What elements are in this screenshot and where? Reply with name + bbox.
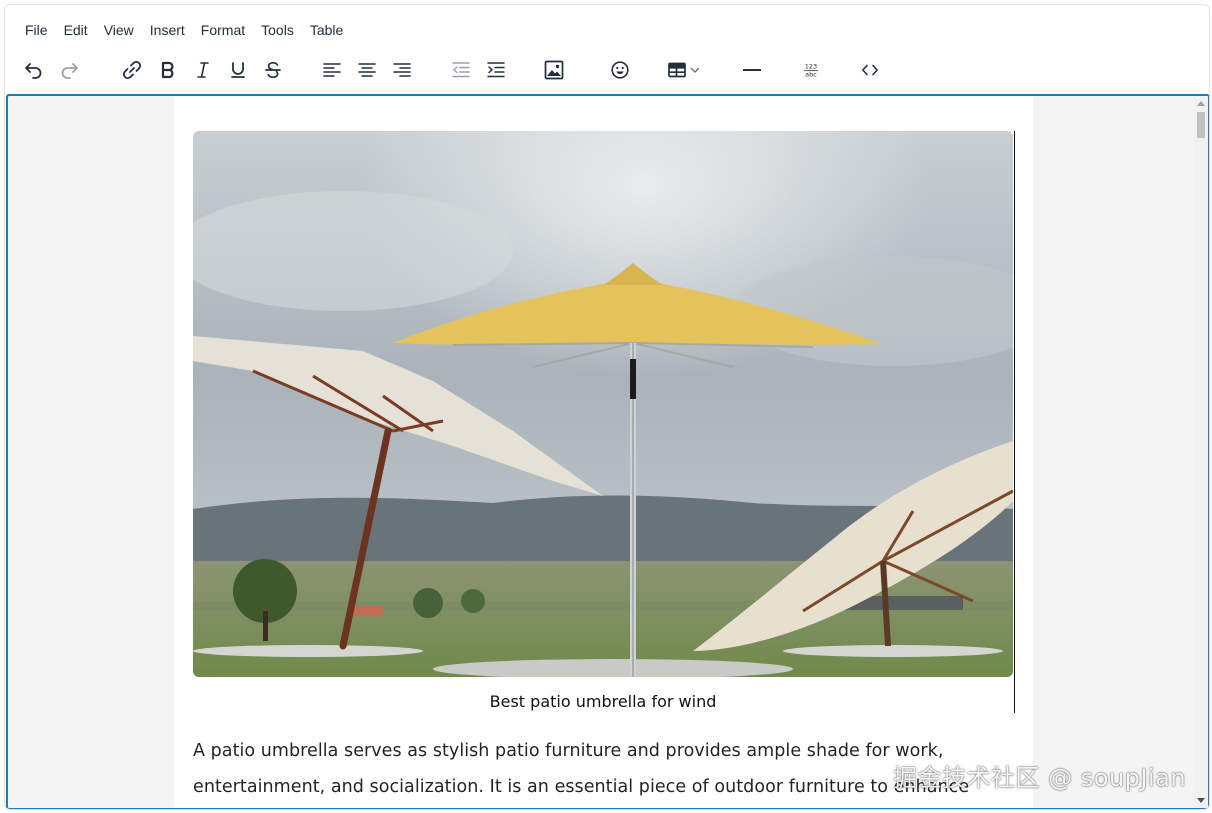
menu-edit[interactable]: Edit xyxy=(56,19,96,41)
underline-icon xyxy=(231,62,245,78)
image-button[interactable] xyxy=(539,55,569,85)
menubar: File Edit View Insert Format Tools Table xyxy=(19,19,351,41)
align-right-icon xyxy=(393,63,411,77)
editor-content-area[interactable]: Best patio umbrella for wind A patio umb… xyxy=(6,94,1209,809)
rich-text-editor: File Edit View Insert Format Tools Table xyxy=(4,4,1210,810)
horizontal-rule-icon xyxy=(743,69,761,71)
figure-caption: Best patio umbrella for wind xyxy=(489,692,717,711)
redo-button[interactable] xyxy=(54,55,84,85)
menu-insert[interactable]: Insert xyxy=(142,19,193,41)
table-button[interactable] xyxy=(663,55,705,85)
align-center-icon xyxy=(358,63,376,77)
scroll-up-icon[interactable] xyxy=(1196,98,1206,108)
outdent-icon xyxy=(452,62,470,78)
menu-file[interactable]: File xyxy=(19,19,56,41)
align-left-button[interactable] xyxy=(317,55,347,85)
menu-format[interactable]: Format xyxy=(193,19,253,41)
redo-icon xyxy=(61,63,78,79)
align-center-button[interactable] xyxy=(352,55,382,85)
code-icon xyxy=(862,64,878,76)
vertical-scrollbar[interactable] xyxy=(1194,96,1208,808)
menu-view[interactable]: View xyxy=(96,19,142,41)
character-count-button[interactable]: 123 abc xyxy=(796,55,826,85)
bold-button[interactable] xyxy=(153,55,183,85)
menu-table[interactable]: Table xyxy=(302,19,351,41)
toolbar: 123 abc xyxy=(19,55,1199,85)
123-abc-icon: 123abc xyxy=(804,63,818,79)
menu-tools[interactable]: Tools xyxy=(253,19,302,41)
align-left-icon xyxy=(323,63,341,77)
undo-icon xyxy=(25,63,42,79)
watermark: 掘金技术社区 @ soupJian xyxy=(893,764,1187,792)
paragraph-line-1: A patio umbrella serves as stylish patio… xyxy=(193,741,944,761)
image-figure[interactable]: Best patio umbrella for wind xyxy=(193,131,1015,713)
patio-umbrella-image[interactable] xyxy=(193,131,1013,677)
horizontal-rule-button[interactable] xyxy=(737,55,767,85)
strikethrough-icon xyxy=(265,61,281,79)
scroll-down-icon[interactable] xyxy=(1196,796,1206,806)
paragraph: A patio umbrella serves as stylish patio… xyxy=(193,733,993,808)
svg-text:abc: abc xyxy=(805,71,817,79)
document-body[interactable]: Best patio umbrella for wind A patio umb… xyxy=(174,96,1033,808)
italic-button[interactable] xyxy=(188,55,218,85)
svg-text:123: 123 xyxy=(805,63,817,71)
align-right-button[interactable] xyxy=(387,55,417,85)
patio-umbrella-photo xyxy=(193,131,1013,677)
chevron-down-icon xyxy=(690,67,700,73)
link-button[interactable] xyxy=(117,55,147,85)
source-code-button[interactable] xyxy=(855,55,885,85)
bold-icon xyxy=(161,61,174,79)
scrollbar-thumb[interactable] xyxy=(1197,112,1205,138)
indent-icon xyxy=(487,62,505,78)
emoji-icon xyxy=(611,61,629,79)
image-icon xyxy=(544,60,564,80)
underline-button[interactable] xyxy=(223,55,253,85)
italic-icon xyxy=(197,62,209,78)
undo-button[interactable] xyxy=(19,55,49,85)
paragraph-line-2: entertainment, and socialization. It is … xyxy=(193,777,970,797)
indent-button[interactable] xyxy=(481,55,511,85)
strikethrough-button[interactable] xyxy=(258,55,288,85)
outdent-button[interactable] xyxy=(446,55,476,85)
link-icon xyxy=(122,60,142,80)
emoticons-button[interactable] xyxy=(605,55,635,85)
table-icon xyxy=(668,62,686,78)
